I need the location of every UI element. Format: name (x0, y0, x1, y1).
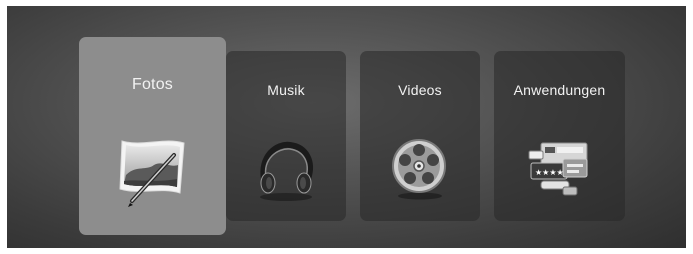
tile-videos-label: Videos (398, 82, 442, 98)
tile-anwendungen[interactable]: Anwendungen ★★★★ (494, 51, 625, 221)
photo-icon (119, 140, 185, 207)
media-home-screen: Fotos Musik Videos Anwendungen ★★★★ (7, 6, 686, 248)
headphones-icon (260, 141, 313, 201)
apps-icon: ★★★★ (528, 142, 588, 196)
tile-fotos-label: Fotos (131, 76, 173, 93)
film-reel-icon (392, 139, 446, 200)
tile-musik[interactable]: Musik (226, 51, 346, 221)
tile-anwendungen-label: Anwendungen (513, 82, 606, 98)
svg-text:★★★★: ★★★★ (535, 168, 564, 177)
tile-fotos[interactable]: Fotos (79, 37, 226, 235)
tile-musik-label: Musik (267, 82, 305, 98)
tile-videos[interactable]: Videos (360, 51, 480, 221)
